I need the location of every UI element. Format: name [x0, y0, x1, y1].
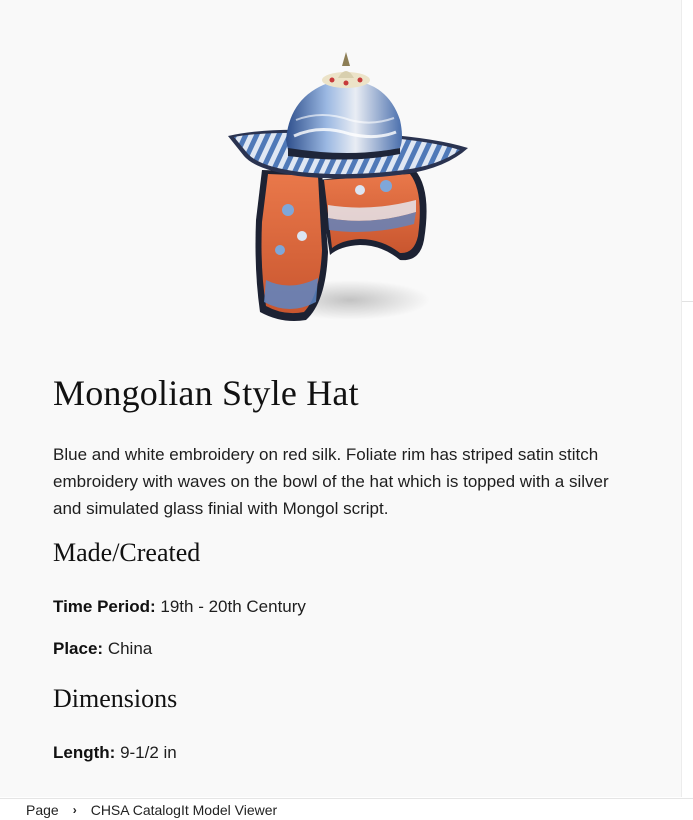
breadcrumb: Page › CHSA CatalogIt Model Viewer — [0, 798, 693, 820]
length-label: Length: — [53, 743, 116, 762]
viewer-page: Mongolian Style Hat Blue and white embro… — [0, 0, 682, 797]
object-description: Blue and white embroidery on red silk. F… — [53, 445, 609, 518]
chevron-right-icon: › — [72, 802, 77, 817]
hat-image — [210, 40, 490, 340]
breadcrumb-root[interactable]: Page — [26, 802, 59, 818]
made-created-heading: Made/Created — [53, 538, 201, 567]
place-label: Place: — [53, 639, 104, 658]
length-field: Length: 9-1/2 in — [53, 743, 633, 763]
vertical-scrollbar[interactable] — [681, 0, 693, 797]
time-period-value: 19th - 20th Century — [160, 597, 306, 616]
object-details: Mongolian Style Hat Blue and white embro… — [53, 372, 633, 763]
time-period-label: Time Period: — [53, 597, 156, 616]
object-title: Mongolian Style Hat — [53, 373, 359, 413]
scrollbar-thumb[interactable] — [682, 301, 693, 302]
dimensions-heading: Dimensions — [53, 684, 178, 713]
place-value: China — [107, 639, 153, 658]
length-value: 9-1/2 in — [120, 743, 177, 762]
breadcrumb-current: CHSA CatalogIt Model Viewer — [90, 801, 278, 818]
place-field: Place: China — [53, 639, 633, 659]
time-period-field: Time Period: 19th - 20th Century — [53, 597, 633, 617]
